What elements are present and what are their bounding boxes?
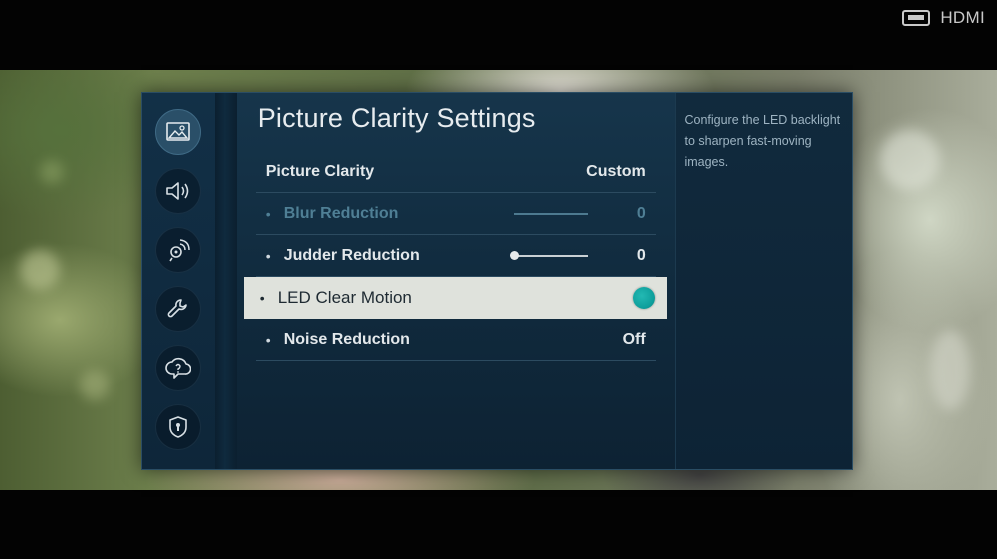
input-source-label: HDMI — [940, 8, 985, 27]
slider-knob[interactable] — [509, 250, 519, 260]
setting-judder-reduction[interactable]: • Judder Reduction 0 — [255, 235, 656, 277]
support-icon — [165, 357, 192, 379]
setting-value: Custom — [586, 162, 646, 180]
setting-value: 0 — [636, 246, 646, 264]
bullet: • — [265, 331, 271, 348]
judder-reduction-slider[interactable] — [509, 250, 588, 260]
sidebar-item-picture[interactable] — [155, 109, 202, 155]
setting-label: Judder Reduction — [283, 246, 420, 264]
broadcasting-icon — [166, 238, 191, 262]
bullet: • — [265, 247, 271, 264]
settings-category-sidebar — [142, 93, 215, 469]
sidebar-divider — [214, 93, 237, 469]
setting-led-clear-motion[interactable]: • LED Clear Motion — [243, 277, 667, 319]
setting-label: Noise Reduction — [283, 330, 410, 348]
setting-label: Picture Clarity — [265, 162, 375, 180]
sidebar-item-broadcasting[interactable] — [155, 227, 202, 273]
page-title: Picture Clarity Settings — [257, 103, 536, 133]
sidebar-item-support[interactable] — [155, 345, 202, 391]
help-panel: Configure the LED backlight to sharpen f… — [675, 93, 852, 469]
sound-icon — [165, 180, 191, 202]
tv-screen: HDMI Picture Clarity Settings Picture Cl… — [0, 0, 997, 559]
privacy-shield-icon — [167, 415, 189, 439]
picture-settings-menu: Picture Clarity Settings Picture Clarity… — [141, 92, 853, 470]
setting-label: Blur Reduction — [283, 204, 399, 222]
sidebar-item-sound[interactable] — [155, 168, 202, 214]
general-wrench-icon — [166, 297, 190, 321]
picture-icon — [166, 122, 191, 142]
sidebar-item-general[interactable] — [155, 286, 202, 332]
setting-value: Off — [622, 330, 646, 348]
settings-list: Picture Clarity Custom • Blur Reduction … — [243, 151, 667, 361]
setting-picture-clarity[interactable]: Picture Clarity Custom — [255, 151, 656, 193]
bullet: • — [259, 290, 265, 306]
blur-reduction-slider — [513, 212, 588, 215]
bullet: • — [265, 205, 271, 222]
setting-label: LED Clear Motion — [277, 288, 412, 307]
sidebar-item-privacy[interactable] — [155, 404, 202, 450]
setting-blur-reduction: • Blur Reduction 0 — [255, 193, 656, 235]
led-clear-motion-toggle[interactable] — [632, 287, 655, 309]
settings-content: Picture Clarity Settings Picture Clarity… — [237, 93, 676, 469]
hdmi-port-icon — [902, 10, 931, 26]
setting-value: 0 — [636, 204, 646, 222]
setting-noise-reduction[interactable]: • Noise Reduction Off — [255, 319, 656, 361]
input-source-indicator: HDMI — [902, 8, 985, 28]
help-text: Configure the LED backlight to sharpen f… — [684, 113, 841, 169]
